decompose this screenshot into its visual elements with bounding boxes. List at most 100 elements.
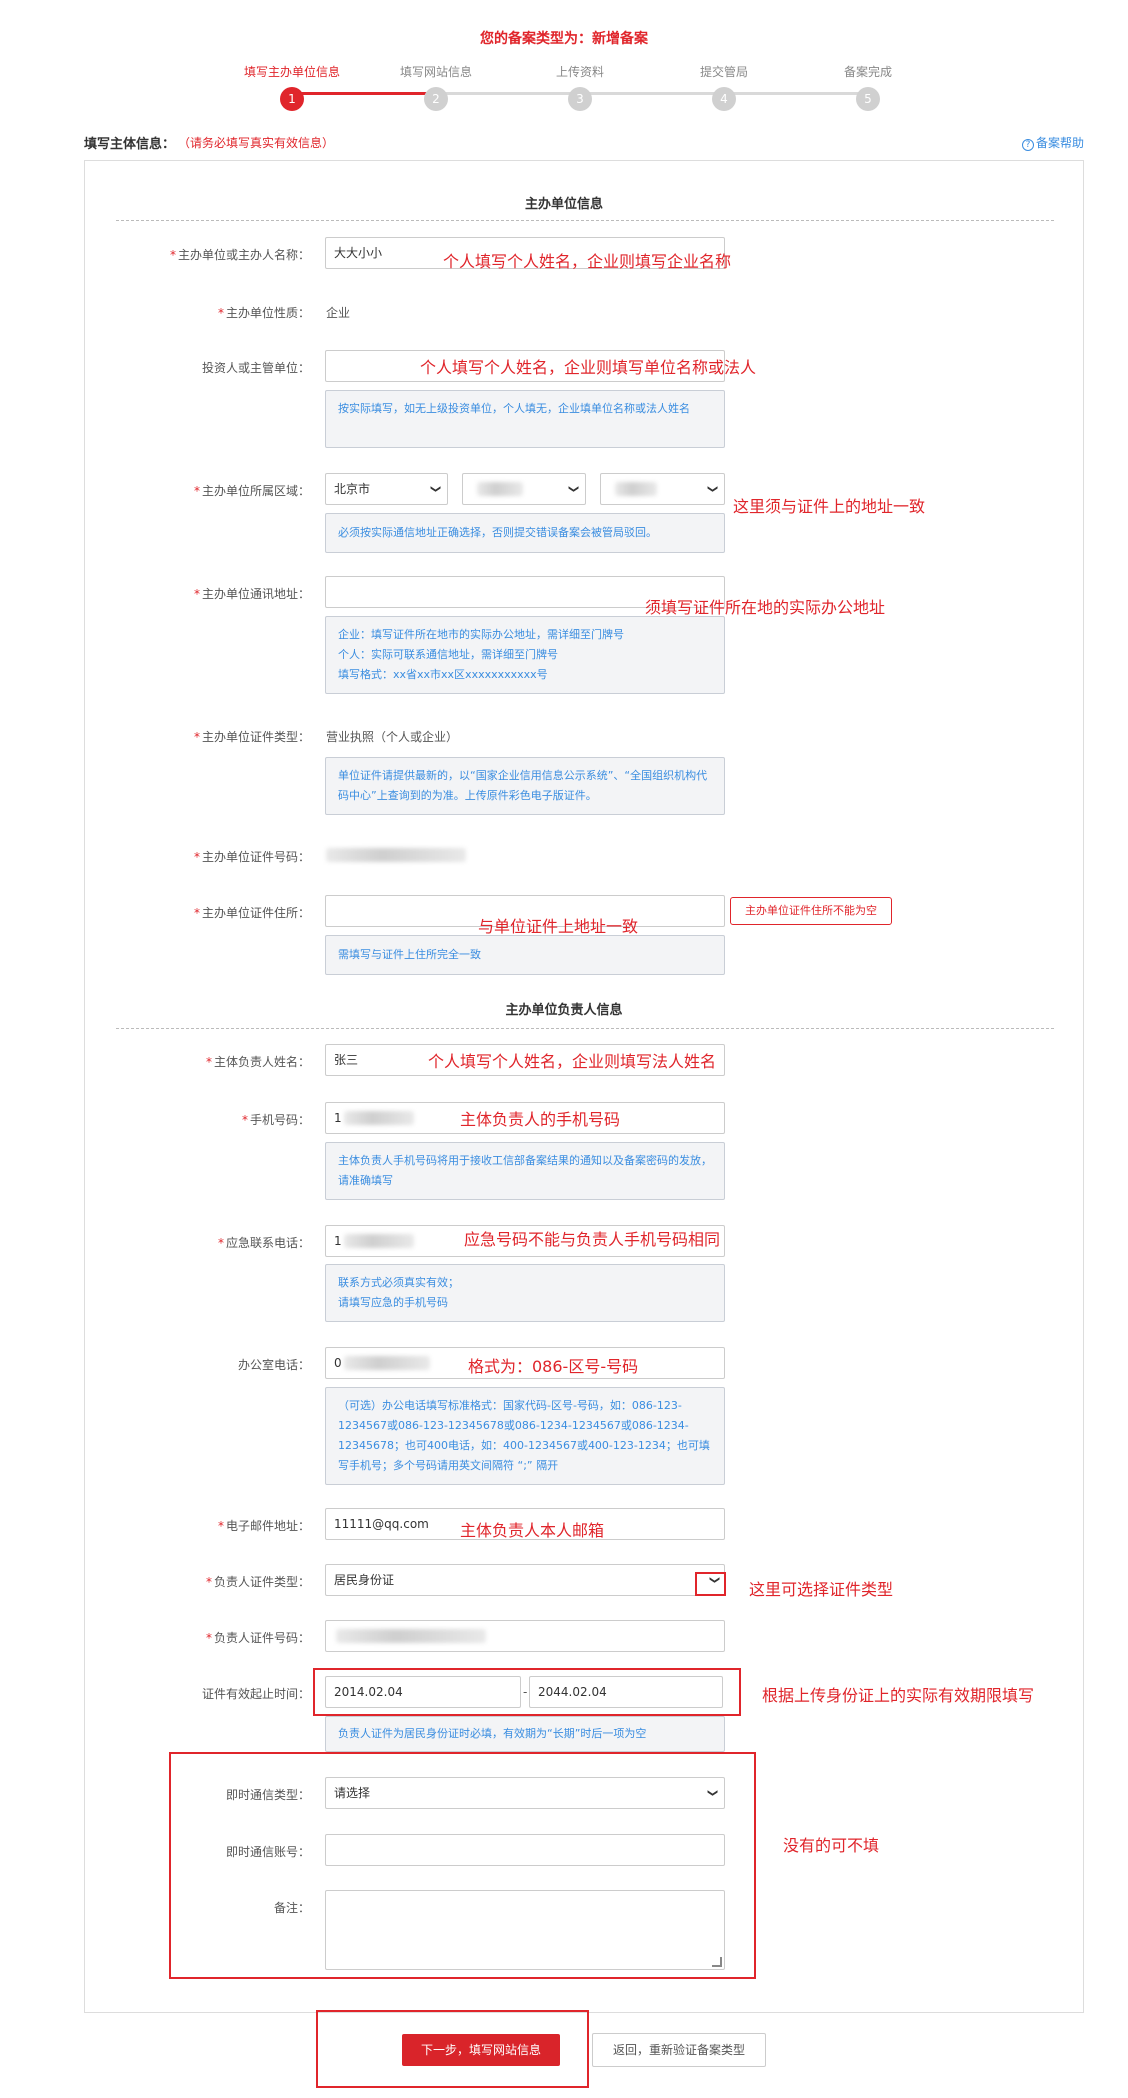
divider (116, 1028, 1054, 1029)
tip-line: 企业：填写证件所在地市的实际办公地址，需详细至门牌号 (338, 628, 624, 641)
annotation: 主体负责人的手机号码 (460, 1110, 621, 1129)
redacted-value (344, 1111, 414, 1125)
field-label: * 主办单位或主办人名称： (169, 248, 310, 262)
step-number: 3 (568, 87, 592, 111)
field-label: * 主办单位所属区域： (193, 484, 310, 498)
resize-handle[interactable] (712, 1957, 722, 1967)
validity-start-input[interactable]: 2014.02.04 (325, 1676, 521, 1708)
field-label: * 负责人证件号码： (205, 1631, 310, 1645)
office-phone-tip: （可选）办公电话填写标准格式：国家代码-区号-号码，如：086-123-1234… (325, 1387, 725, 1485)
investor-tip: 按实际填写，如无上级投资单位，个人填无，企业填单位名称或法人姓名 (325, 390, 725, 448)
error-message: 主办单位证件住所不能为空 (730, 897, 892, 925)
section-title: 主办单位负责人信息 (505, 1003, 623, 1018)
help-link[interactable]: ? 备案帮助 (1022, 134, 1084, 151)
annotation: 须填写证件所在地的实际办公地址 (645, 598, 886, 617)
annotation: 主体负责人本人邮箱 (460, 1521, 605, 1540)
im-type-select[interactable]: 请选择 ❯ (325, 1777, 725, 1809)
field-label: * 应急联系电话： (217, 1236, 310, 1250)
annotation: 与单位证件上地址一致 (478, 917, 639, 936)
form-title: 填写主体信息： (84, 137, 176, 152)
divider (116, 220, 1054, 221)
tip-line: 联系方式必须真实有效； (338, 1276, 459, 1289)
annotation: 这里须与证件上的地址一致 (733, 497, 926, 516)
chevron-down-icon: ❯ (706, 1788, 718, 1798)
next-button[interactable]: 下一步，填写网站信息 (402, 2034, 560, 2066)
step-label: 填写网站信息 (399, 65, 472, 79)
id-type-select[interactable]: 居民身份证 ❯ (325, 1564, 725, 1596)
page: 您的备案类型为：新增备案 填写主办单位信息 1 填写网站信息 2 上传资料 3 … (0, 0, 1128, 2098)
field-label: * 主办单位性质： (217, 306, 310, 320)
step-3: 上传资料 3 (508, 64, 652, 111)
form-note: （请务必填写真实有效信息） (178, 136, 335, 150)
cert-type-tip: 单位证件请提供最新的，以“国家企业信用信息公示系统”、“全国组织机构代码中心”上… (325, 757, 725, 815)
step-label: 备案完成 (843, 65, 892, 79)
question-icon: ? (1022, 139, 1034, 151)
district-select[interactable]: ❯ (600, 473, 725, 505)
field-label: * 电子邮件地址： (217, 1519, 310, 1533)
annotation-box (695, 1572, 726, 1596)
field-label: 投资人或主管单位： (201, 361, 310, 375)
redacted-value (615, 482, 657, 496)
city-select[interactable]: ❯ (462, 473, 586, 505)
section-title: 主办单位信息 (524, 197, 603, 212)
redacted-value (344, 1234, 414, 1248)
field-label: 即时通信类型： (225, 1788, 310, 1802)
chevron-down-icon: ❯ (706, 484, 718, 494)
field-label: 证件有效起止时间： (201, 1687, 310, 1701)
redacted-value (344, 1356, 430, 1370)
org-nature-value: 企业 (326, 306, 351, 320)
chevron-down-icon: ❯ (567, 484, 579, 494)
step-2: 填写网站信息 2 (364, 64, 508, 111)
province-select[interactable]: 北京市 ❯ (325, 473, 448, 505)
tip-line: 填写格式：xx省xx市xx区xxxxxxxxxxx号 (338, 668, 548, 681)
annotation: 格式为：086-区号-号码 (468, 1357, 639, 1376)
field-label: * 主办单位证件住所： (193, 906, 310, 920)
remark-textarea[interactable] (325, 1890, 725, 1970)
redacted-value (336, 1629, 486, 1643)
back-button[interactable]: 返回，重新验证备案类型 (592, 2033, 766, 2067)
mobile-tip: 主体负责人手机号码将用于接收工信部备案结果的通知以及备案密码的发放，请准确填写 (325, 1142, 725, 1200)
redacted-value (477, 482, 523, 496)
field-label: 办公室电话： (237, 1358, 310, 1372)
step-number: 1 (280, 87, 304, 111)
help-label: 备案帮助 (1036, 136, 1085, 150)
field-label: * 主办单位通讯地址： (193, 587, 310, 601)
chevron-down-icon: ❯ (429, 484, 441, 494)
annotation: 没有的可不填 (783, 1836, 880, 1855)
cert-address-tip: 需填写与证件上住所完全一致 (325, 935, 725, 975)
field-label: 即时通信账号： (225, 1845, 310, 1859)
annotation: 应急号码不能与负责人手机号码相同 (464, 1230, 721, 1249)
step-label: 填写主办单位信息 (243, 65, 340, 79)
step-4: 提交管局 4 (652, 64, 796, 111)
id-type-value: 居民身份证 (334, 1573, 395, 1587)
validity-tip: 负责人证件为居民身份证时必填，有效期为“长期”时后一项为空 (325, 1716, 725, 1752)
annotation: 根据上传身份证上的实际有效期限填写 (762, 1686, 1035, 1705)
validity-end-input[interactable]: 2044.02.04 (529, 1676, 723, 1708)
field-label: * 负责人证件类型： (205, 1575, 310, 1589)
im-type-value: 请选择 (334, 1786, 371, 1800)
progress-steps: 填写主办单位信息 1 填写网站信息 2 上传资料 3 提交管局 4 备案完成 5 (220, 64, 940, 114)
field-label: 备注： (273, 1901, 310, 1915)
annotation: 这里可选择证件类型 (749, 1580, 894, 1599)
step-5: 备案完成 5 (796, 64, 940, 111)
tip-line: 个人：实际可联系通信地址，需详细至门牌号 (338, 648, 558, 661)
cert-type-value: 营业执照（个人或企业） (326, 730, 459, 744)
emergency-tip: 联系方式必须真实有效； 请填写应急的手机号码 (325, 1264, 725, 1322)
step-label: 上传资料 (555, 65, 604, 79)
im-account-input[interactable] (325, 1834, 725, 1866)
range-separator: - (523, 1685, 528, 1699)
field-label: * 主办单位证件类型： (193, 730, 310, 744)
cert-number-redacted (326, 848, 466, 862)
region-tip: 必须按实际通信地址正确选择，否则提交错误备案会被管局驳回。 (325, 513, 725, 553)
record-type-line: 您的备案类型为：新增备案 (480, 31, 648, 47)
annotation: 个人填写个人姓名，企业则填写法人姓名 (428, 1052, 717, 1071)
field-label: * 主办单位证件号码： (193, 850, 310, 864)
annotation: 个人填写个人姓名，企业则填写企业名称 (443, 252, 732, 271)
address-tip: 企业：填写证件所在地市的实际办公地址，需详细至门牌号 个人：实际可联系通信地址，… (325, 616, 725, 694)
annotation: 个人填写个人姓名，企业则填写单位名称或法人 (420, 358, 757, 377)
step-number: 5 (856, 87, 880, 111)
step-number: 4 (712, 87, 736, 111)
field-label: * 主体负责人姓名： (205, 1055, 310, 1069)
tip-line: 请填写应急的手机号码 (338, 1296, 448, 1309)
province-value: 北京市 (334, 482, 371, 496)
